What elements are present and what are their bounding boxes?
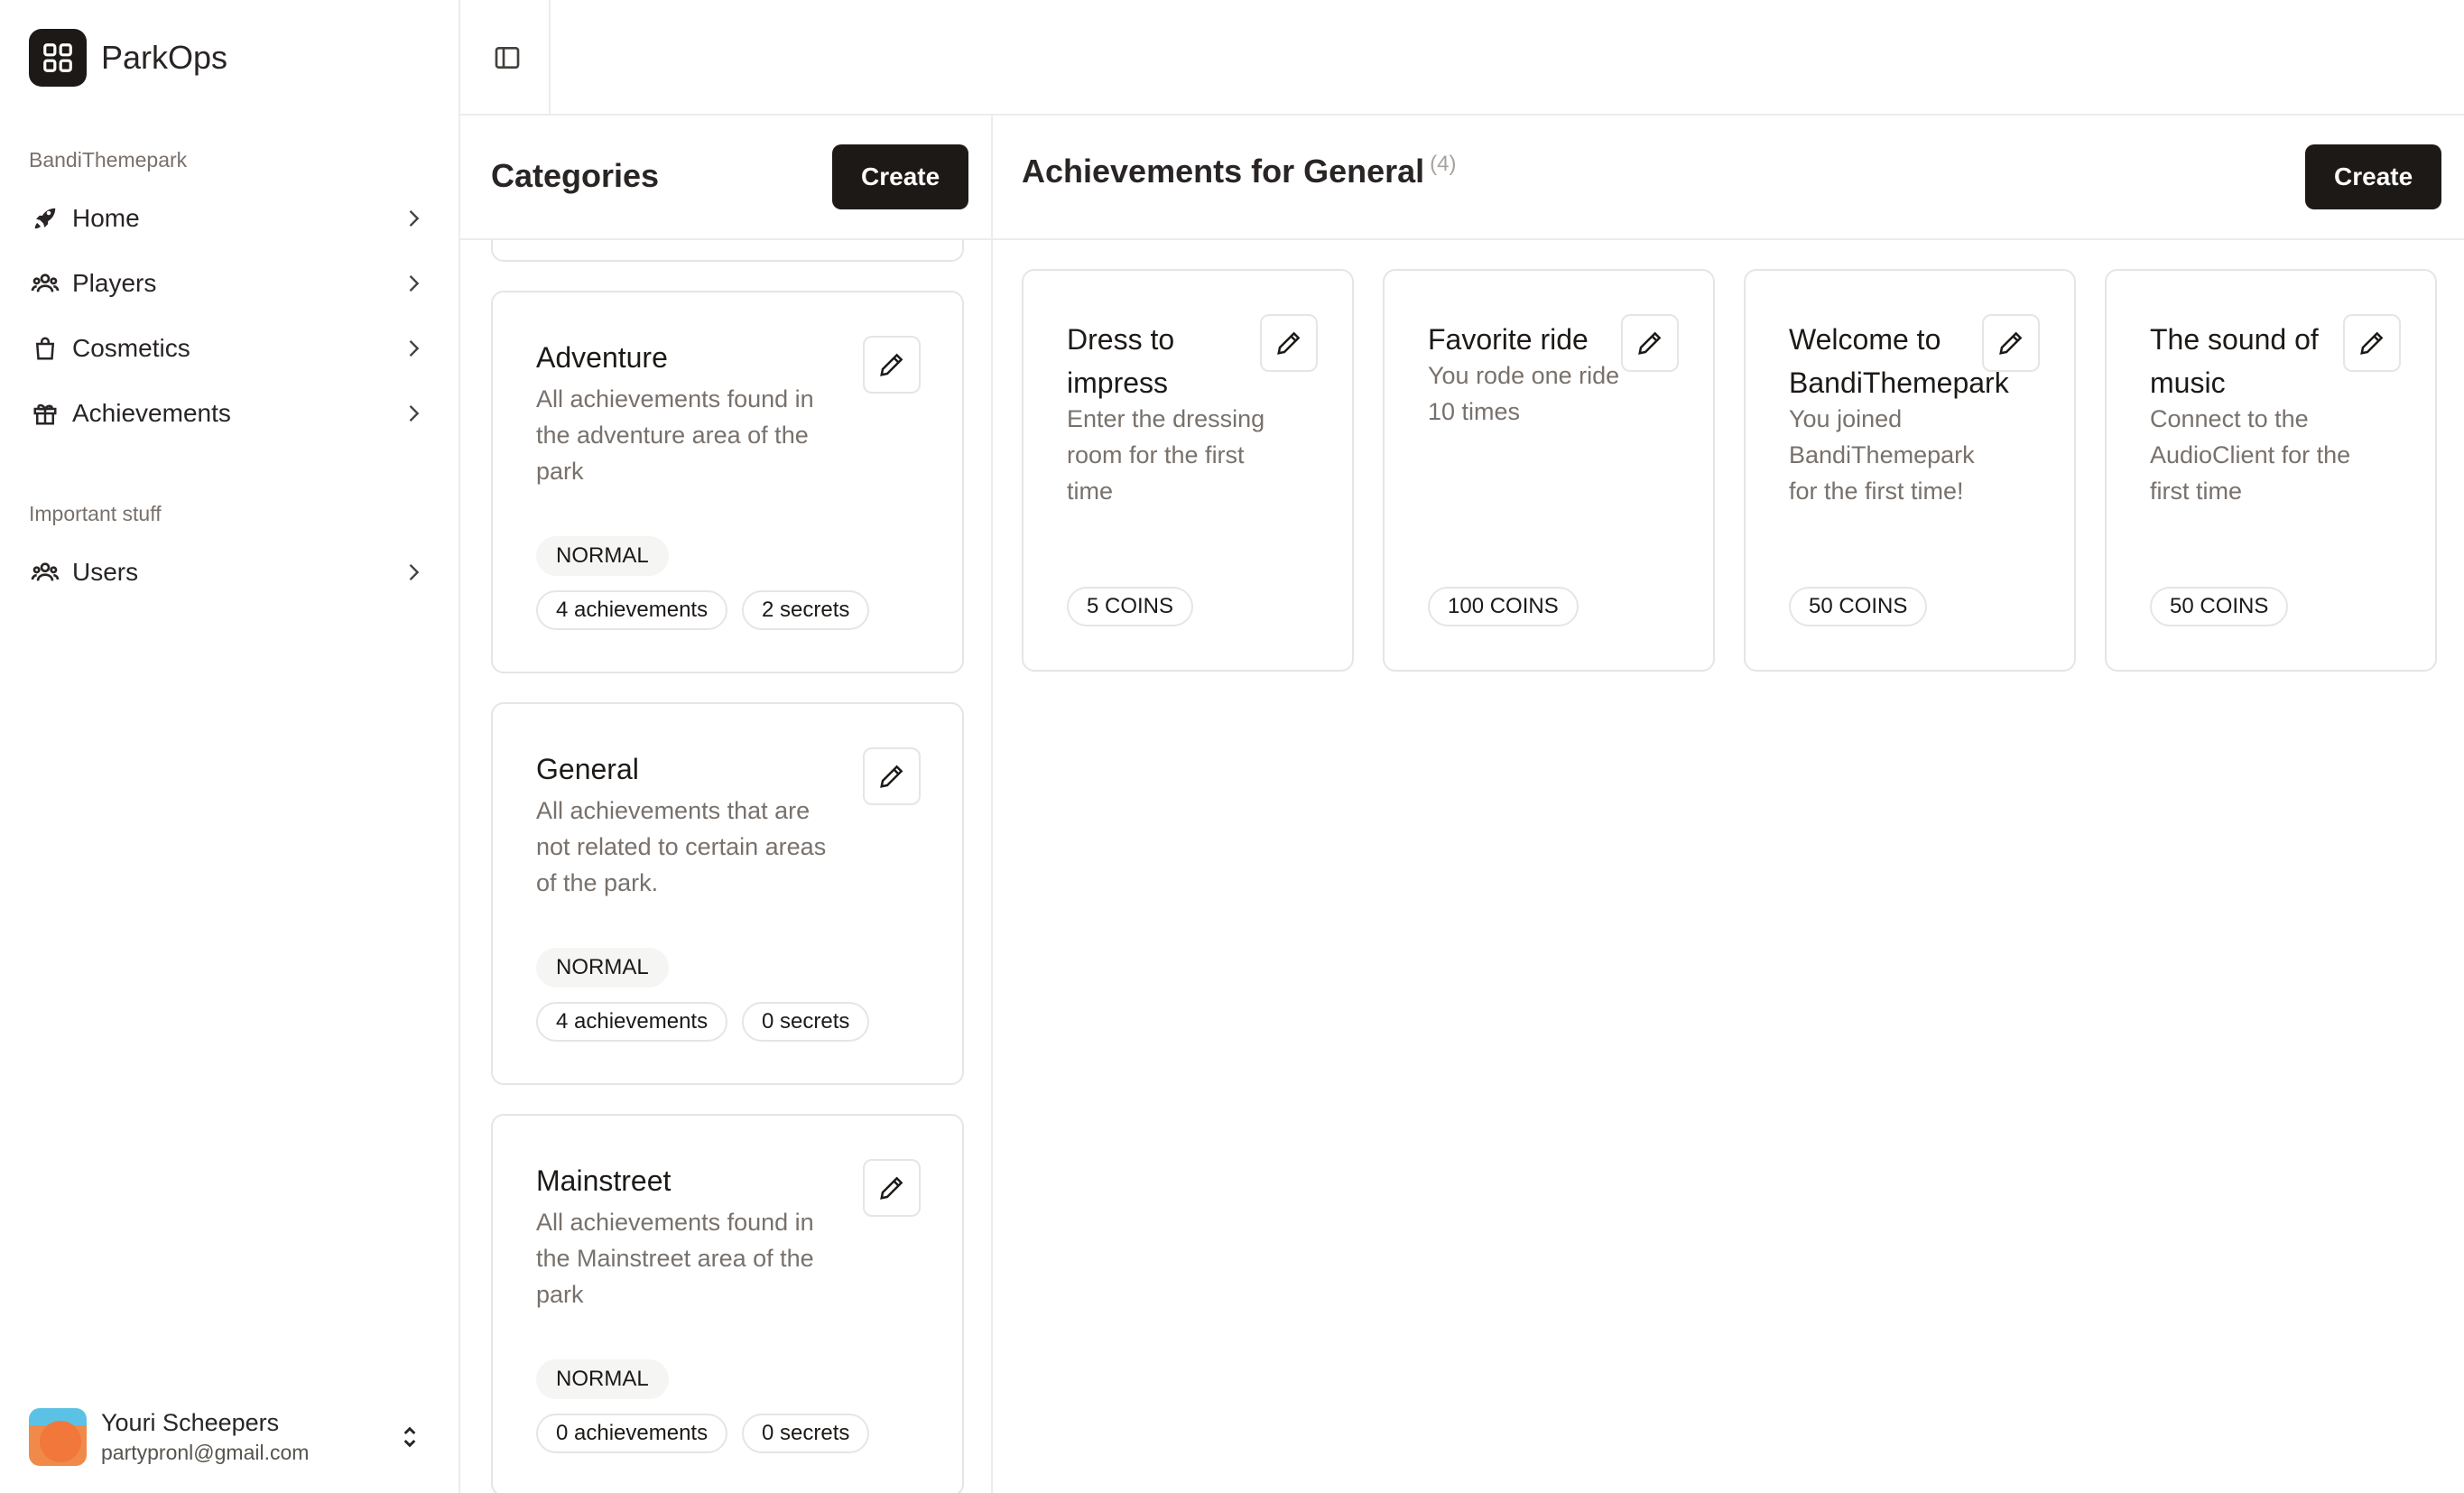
achievements-count-pill: 0 achievements xyxy=(536,1414,728,1453)
sidebar-item-home[interactable]: Home xyxy=(29,190,431,247)
sidebar-item-cosmetics[interactable]: Cosmetics xyxy=(29,320,431,377)
pencil-icon xyxy=(880,765,903,788)
edit-achievement-button[interactable] xyxy=(2343,314,2401,372)
sidebar-toggle-button[interactable] xyxy=(487,38,527,78)
sidebar: ParkOps BandiThemepark Home Players Cosm… xyxy=(0,0,460,1493)
achievement-card[interactable]: Dress to impress Enter the dressing room… xyxy=(1022,269,1354,672)
header-divider xyxy=(549,0,551,116)
group-label-important: Important stuff xyxy=(29,502,162,525)
group-label-org: BandiThemepark xyxy=(29,148,188,172)
chevron-right-icon xyxy=(409,340,420,357)
category-description: All achievements that are not related to… xyxy=(536,797,827,896)
gift-icon xyxy=(29,397,61,430)
top-header xyxy=(460,0,2464,116)
edit-achievement-button[interactable] xyxy=(1982,314,2040,372)
achievement-name: Dress to impress xyxy=(1067,323,1175,399)
achievements-count-pill: 4 achievements xyxy=(536,590,728,630)
achievement-description: You rode one ride 10 times xyxy=(1428,362,1620,425)
achievement-card[interactable]: Welcome to BandiThemepark You joined Ban… xyxy=(1744,269,2076,672)
app-grid-icon xyxy=(29,29,87,87)
achievements-title: Achievements for General (4) xyxy=(1022,152,1457,190)
categories-title: Categories xyxy=(491,157,660,194)
achievement-name: Favorite ride xyxy=(1428,323,1589,356)
category-description: All achievements found in the adventure … xyxy=(536,385,814,485)
sidebar-item-achievements[interactable]: Achievements xyxy=(29,385,431,442)
achievement-card[interactable]: The sound of music Connect to the AudioC… xyxy=(2105,269,2437,672)
app-name: ParkOps xyxy=(101,39,228,76)
chevron-right-icon xyxy=(409,564,420,580)
secrets-count-pill: 0 secrets xyxy=(742,1414,870,1453)
edit-category-button[interactable] xyxy=(863,336,921,394)
categories-header: Categories Create xyxy=(460,116,991,240)
achievements-count-pill: 4 achievements xyxy=(536,1002,728,1042)
sidebar-item-label: Achievements xyxy=(72,399,231,427)
achievement-name: The sound of music xyxy=(2150,323,2319,399)
edit-achievement-button[interactable] xyxy=(1621,314,1679,372)
achievements-title-text: Achievements for General xyxy=(1022,153,1425,190)
achievements-header: Achievements for General (4) Create xyxy=(993,116,2464,240)
chevron-right-icon xyxy=(409,405,420,422)
sidebar-item-label: Cosmetics xyxy=(72,334,190,362)
secrets-count-pill: 2 secrets xyxy=(742,590,870,630)
achievement-description: Enter the dressing room for the first ti… xyxy=(1067,405,1265,505)
create-achievement-button[interactable]: Create xyxy=(2305,144,2442,209)
chevrons-up-down-icon xyxy=(403,1426,416,1448)
create-category-button[interactable]: Create xyxy=(832,144,969,209)
sidebar-item-label: Users xyxy=(72,558,139,586)
avatar xyxy=(29,1408,87,1466)
sidebar-item-players[interactable]: Players xyxy=(29,255,431,312)
category-title: Mainstreet xyxy=(536,1164,672,1197)
shopping-bag-icon xyxy=(29,332,61,365)
brand[interactable]: ParkOps xyxy=(29,29,227,87)
achievement-description: Connect to the AudioClient for the first… xyxy=(2150,405,2351,505)
chevron-right-icon xyxy=(409,210,420,227)
secrets-count-pill: 0 secrets xyxy=(742,1002,870,1042)
sidebar-item-label: Home xyxy=(72,204,140,232)
reward-badge: 50 COINS xyxy=(1789,587,1928,626)
category-card[interactable]: Mainstreet All achievements found in the… xyxy=(491,1114,964,1493)
reward-badge: 5 COINS xyxy=(1067,587,1194,626)
user-menu[interactable]: Youri Scheepers partypronl@gmail.com xyxy=(29,1405,431,1470)
pencil-icon xyxy=(2360,331,2384,355)
category-title: General xyxy=(536,753,639,785)
pencil-icon xyxy=(880,1176,903,1200)
reward-badge: 50 COINS xyxy=(2150,587,2289,626)
users-icon xyxy=(29,267,61,300)
sidebar-item-label: Players xyxy=(72,269,157,297)
sidebar-item-users[interactable]: Users xyxy=(29,543,431,601)
category-title: Adventure xyxy=(536,341,668,374)
rocket-icon xyxy=(29,202,61,235)
panel-left-icon xyxy=(495,47,520,69)
edit-category-button[interactable] xyxy=(863,1159,921,1217)
category-card[interactable]: Adventure All achievements found in the … xyxy=(491,291,964,673)
category-type-badge: NORMAL xyxy=(536,1359,669,1399)
category-card[interactable]: General All achievements that are not re… xyxy=(491,702,964,1085)
achievements-panel: Achievements for General (4) Create Dress… xyxy=(993,116,2464,1493)
category-description: All achievements found in the Mainstreet… xyxy=(536,1209,814,1308)
user-name: Youri Scheepers xyxy=(101,1409,280,1436)
user-email: partypronl@gmail.com xyxy=(101,1441,310,1464)
achievements-count: (4) xyxy=(1430,152,1457,176)
achievement-card[interactable]: Favorite ride You rode one ride 10 times… xyxy=(1383,269,1715,672)
reward-badge: 100 COINS xyxy=(1428,587,1579,626)
edit-achievement-button[interactable] xyxy=(1260,314,1318,372)
achievement-description: You joined BandiThemepark for the first … xyxy=(1789,405,1975,505)
categories-panel: Categories Create Adventure All achievem… xyxy=(460,116,993,1493)
pencil-icon xyxy=(880,353,903,376)
pencil-icon xyxy=(1277,331,1301,355)
achievement-name: Welcome to BandiThemepark xyxy=(1789,323,2009,399)
pencil-icon xyxy=(1999,331,2023,355)
chevron-right-icon xyxy=(409,275,420,292)
pencil-icon xyxy=(1638,331,1662,355)
category-type-badge: NORMAL xyxy=(536,536,669,576)
category-type-badge: NORMAL xyxy=(536,948,669,988)
edit-category-button[interactable] xyxy=(863,747,921,805)
users-icon xyxy=(29,556,61,589)
